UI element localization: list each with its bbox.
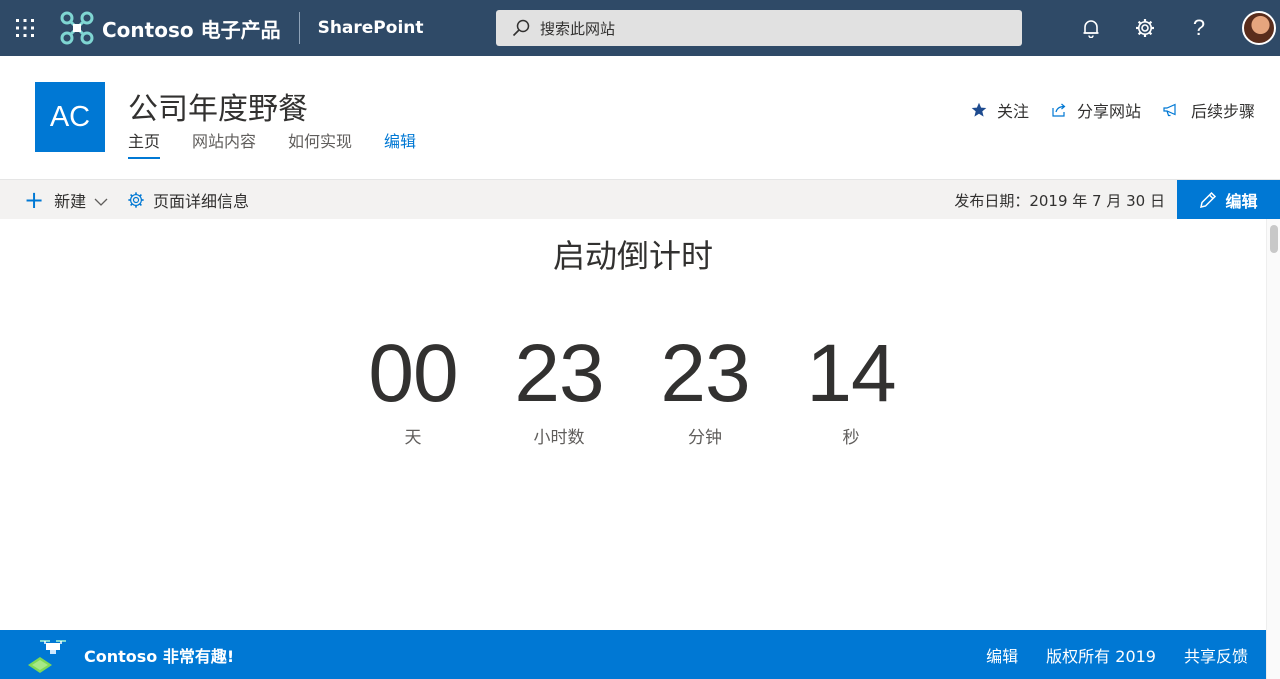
search-input[interactable]: 搜索此网站 [540,18,615,39]
countdown-timer: 00 天 23 小时数 23 分钟 14 秒 [340,328,924,449]
nav-item-site-contents[interactable]: 网站内容 [192,128,256,159]
share-site-label: 分享网站 [1076,102,1141,121]
countdown-value: 23 [660,328,750,419]
share-icon [1051,102,1067,118]
edit-page-button[interactable]: 编辑 [1177,180,1280,220]
gear-outline-icon [127,191,145,209]
countdown-value: 14 [806,328,896,419]
star-icon [971,102,987,118]
waffle-icon [16,19,34,37]
settings-button[interactable] [1118,0,1172,56]
site-nav: 主页 网站内容 如何实现 编辑 [128,128,448,159]
nav-item-home[interactable]: 主页 [128,128,161,159]
new-label: 新建 [54,192,87,211]
drone-icon [24,635,72,675]
share-site-button[interactable]: 分享网站 [1051,98,1141,122]
avatar [1242,11,1276,45]
suite-icons: ? [1064,0,1280,56]
countdown-days: 00 天 [340,328,486,449]
edit-page-label: 编辑 [1225,192,1258,211]
nav-item-edit[interactable]: 编辑 [384,128,416,159]
site-title[interactable]: 公司年度野餐 [128,84,308,128]
search-icon [512,19,530,37]
site-actions: 关注 分享网站 后续步骤 [949,98,1255,122]
vertical-scrollbar[interactable] [1266,219,1280,679]
bell-icon [1083,20,1099,38]
countdown-label: 分钟 [688,428,722,448]
follow-label: 关注 [996,102,1029,121]
footer-copyright-link[interactable]: 版权所有 2019 [1046,643,1156,667]
countdown-hours: 23 小时数 [486,328,632,449]
footer-links: 编辑 版权所有 2019 共享反馈 [958,630,1248,679]
plus-icon: + [24,186,45,214]
footer-feedback-link[interactable]: 共享反馈 [1184,643,1248,667]
app-name[interactable]: SharePoint [318,18,424,38]
follow-button[interactable]: 关注 [971,98,1029,122]
brand-name[interactable]: Contoso 电子产品 [102,14,281,43]
countdown-label: 小时数 [533,428,585,448]
footer-site-name: Contoso 非常有趣! [84,646,235,666]
countdown-title: 启动倒计时 [552,237,713,275]
countdown-label: 秒 [842,428,860,448]
scrollbar-thumb[interactable] [1270,225,1278,253]
page-details-label: 页面详细信息 [153,192,250,211]
next-steps-label: 后续步骤 [1190,102,1255,121]
countdown-value: 00 [368,328,458,419]
command-bar: + 新建 页面详细信息 发布日期：2019 年 7 月 30 日 编辑 [0,179,1280,220]
site-footer: Contoso 非常有趣! 编辑 版权所有 2019 共享反馈 [0,630,1266,679]
suite-divider [298,12,300,44]
countdown-seconds: 14 秒 [778,328,924,449]
pencil-icon [1199,191,1217,209]
help-icon: ? [1192,15,1206,40]
page-details-button[interactable]: 页面详细信息 [127,180,249,220]
next-steps-button[interactable]: 后续步骤 [1163,98,1255,122]
suite-bar: Contoso 电子产品 SharePoint 搜索此网站 ? [0,0,1280,56]
search-box[interactable]: 搜索此网站 [496,10,1022,46]
footer-edit-link[interactable]: 编辑 [986,643,1018,667]
countdown-label: 天 [404,428,422,448]
page-canvas: 启动倒计时 00 天 23 小时数 23 分钟 14 秒 [0,219,1266,630]
notifications-button[interactable] [1064,0,1118,56]
account-button[interactable] [1226,0,1280,56]
countdown-value: 23 [514,328,604,419]
published-date: 发布日期：2019 年 7 月 30 日 [954,191,1165,210]
gear-icon [1136,19,1154,37]
site-logo[interactable]: AC [35,82,105,152]
new-button[interactable]: + 新建 [24,180,108,220]
countdown-minutes: 23 分钟 [632,328,778,449]
megaphone-icon [1163,103,1181,117]
chevron-down-icon [94,191,108,210]
app-launcher-button[interactable] [0,0,50,56]
nav-item-how-to[interactable]: 如何实现 [288,128,352,159]
brand-logo-icon[interactable] [60,11,94,45]
help-button[interactable]: ? [1172,0,1226,56]
site-header: AC 公司年度野餐 主页 网站内容 如何实现 编辑 关注 分享网站 后续步骤 [0,56,1280,178]
